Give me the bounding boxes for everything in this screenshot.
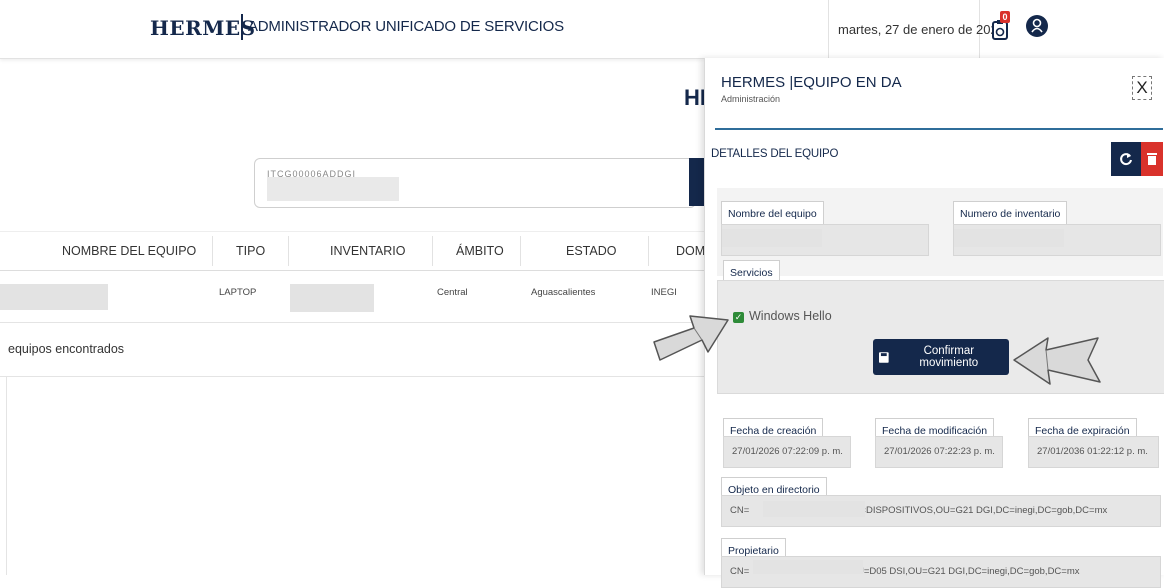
delete-button[interactable] bbox=[1141, 142, 1163, 176]
column-header-tipo[interactable]: TIPO bbox=[236, 244, 265, 258]
cell-dominio: INEGI bbox=[651, 287, 677, 298]
app-title: ADMINISTRADOR UNIFICADO DE SERVICIOS bbox=[248, 18, 564, 35]
column-divider bbox=[520, 236, 521, 266]
cell-ambito: Central bbox=[437, 287, 468, 298]
column-divider bbox=[212, 236, 213, 266]
windows-hello-checkbox[interactable]: ✓ bbox=[733, 312, 744, 323]
results-count: equipos encontrados bbox=[8, 342, 125, 356]
search-input[interactable]: ITCG00006ADDGI bbox=[254, 158, 696, 208]
divider bbox=[0, 376, 705, 377]
redacted-cn bbox=[763, 501, 865, 517]
redacted-owner bbox=[753, 560, 863, 574]
panel-divider bbox=[715, 128, 1163, 130]
inventario-field bbox=[953, 224, 1161, 256]
confirm-movement-label: Confirmar movimiento bbox=[919, 345, 979, 369]
search-redaction bbox=[267, 177, 399, 201]
close-button[interactable]: X bbox=[1132, 76, 1152, 100]
table-header: NOMBRE DEL EQUIPO TIPO INVENTARIO ÁMBITO… bbox=[0, 231, 705, 271]
nombre-field bbox=[721, 224, 929, 256]
notification-badge: 0 bbox=[1000, 11, 1010, 23]
nombre-label: Nombre del equipo bbox=[721, 201, 824, 225]
divider bbox=[6, 376, 7, 575]
pointer-arrow-icon bbox=[653, 315, 729, 361]
trash-icon bbox=[1147, 153, 1157, 165]
cell-tipo: LAPTOP bbox=[219, 287, 257, 298]
table-row[interactable]: LAPTOP Central Aguascalientes INEGI bbox=[0, 270, 705, 323]
redacted-equipment-name bbox=[0, 284, 108, 310]
redacted-name bbox=[722, 229, 822, 247]
column-header-dominio[interactable]: DOM bbox=[676, 244, 705, 258]
column-divider bbox=[288, 236, 289, 266]
inventario-label: Numero de inventario bbox=[953, 201, 1068, 225]
modificacion-field: 27/01/2026 07:22:23 p. m. bbox=[875, 436, 1003, 468]
confirm-movement-button[interactable]: Confirmar movimiento bbox=[873, 339, 1009, 375]
column-header-nombre[interactable]: NOMBRE DEL EQUIPO bbox=[62, 244, 196, 258]
refresh-icon bbox=[1120, 153, 1132, 166]
panel-title: HERMES |EQUIPO EN DA bbox=[721, 74, 902, 91]
panel-subtitle: Administración bbox=[721, 94, 781, 104]
column-divider bbox=[432, 236, 433, 266]
windows-hello-label: Windows Hello bbox=[749, 309, 832, 323]
refresh-button[interactable] bbox=[1111, 142, 1141, 176]
current-date: martes, 27 de enero de 2026 bbox=[838, 22, 1005, 37]
user-avatar-icon[interactable] bbox=[1026, 15, 1048, 37]
cell-estado: Aguascalientes bbox=[531, 287, 596, 298]
column-divider bbox=[648, 236, 649, 266]
column-header-ambito[interactable]: ÁMBITO bbox=[456, 244, 504, 258]
save-icon bbox=[879, 351, 889, 363]
search-button[interactable] bbox=[689, 158, 705, 206]
creacion-field: 27/01/2026 07:22:09 p. m. bbox=[723, 436, 851, 468]
top-header: HERMES ADMINISTRADOR UNIFICADO DE SERVIC… bbox=[0, 0, 1164, 59]
pointer-arrow-icon bbox=[1013, 337, 1101, 385]
redacted-inventory bbox=[290, 284, 374, 312]
brand-divider bbox=[241, 14, 243, 40]
equipment-detail-panel: HERMES |EQUIPO EN DA Administración X DE… bbox=[704, 58, 1164, 588]
redacted-inventory bbox=[954, 229, 1064, 247]
user-icon bbox=[1031, 18, 1043, 33]
expiracion-field: 27/01/2036 01:22:12 p. m. bbox=[1028, 436, 1159, 468]
column-header-estado[interactable]: ESTADO bbox=[566, 244, 616, 258]
column-header-inventario[interactable]: INVENTARIO bbox=[330, 244, 405, 258]
brand-logo: HERMES bbox=[150, 16, 256, 40]
section-title: DETALLES DEL EQUIPO bbox=[711, 148, 839, 160]
